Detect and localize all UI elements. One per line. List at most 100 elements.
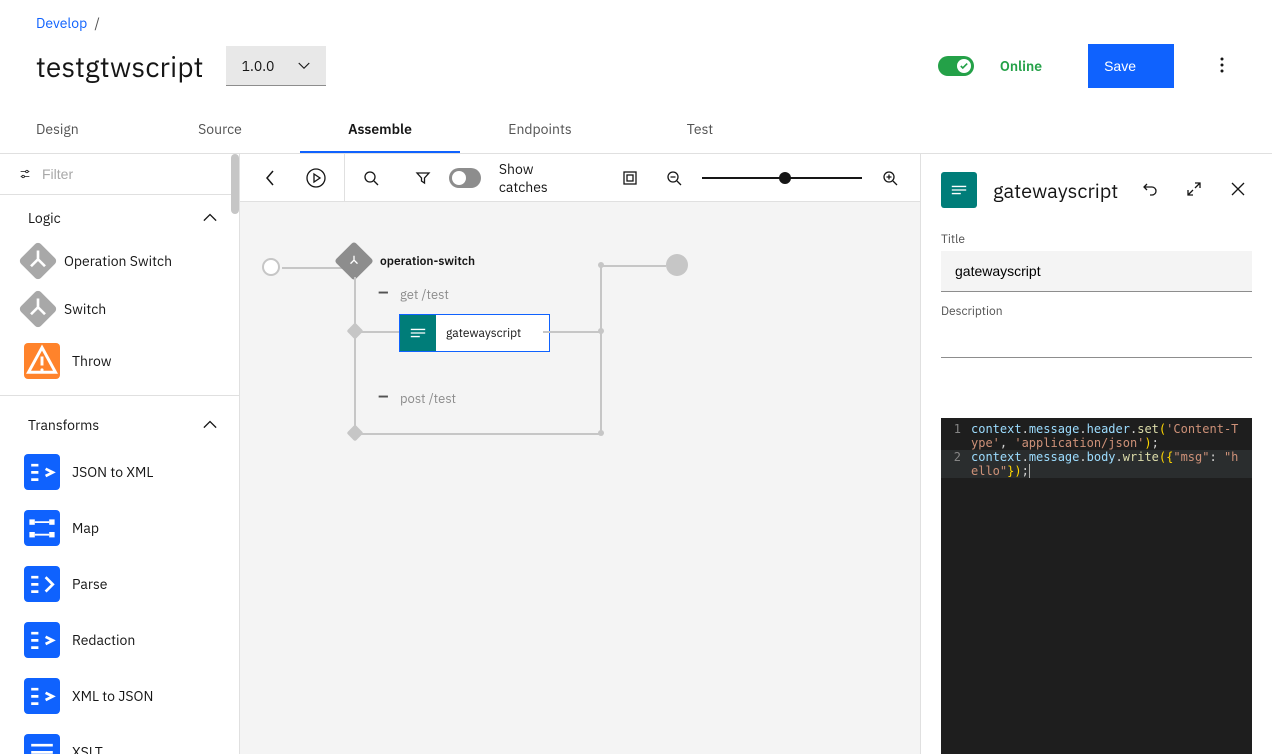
tab-design[interactable]: Design [0, 106, 140, 153]
flow-end-node[interactable] [666, 254, 688, 276]
gatewayscript-node-label: gatewayscript [436, 326, 549, 341]
palette-item-label: Parse [72, 575, 107, 593]
script-icon [409, 326, 427, 340]
settings-adjust-icon [20, 166, 30, 182]
transform-icon [24, 458, 60, 487]
transform-icon [24, 682, 60, 711]
title-bar: testgtwscript 1.0.0 Online Save [0, 36, 1272, 106]
description-input[interactable] [941, 323, 1252, 358]
tab-test[interactable]: Test [620, 106, 780, 153]
parse-icon [24, 570, 60, 599]
checkmark-icon [960, 62, 968, 70]
status-label: Online [1000, 57, 1042, 75]
palette-item-label: JSON to XML [72, 463, 153, 481]
play-icon [306, 168, 326, 188]
chevron-up-icon [203, 420, 217, 430]
property-panel: gatewayscript Title Description 1 contex… [920, 154, 1272, 754]
tab-bar: Design Source Assemble Endpoints Test [0, 106, 1272, 154]
palette-item-xslt[interactable]: XSLT [0, 724, 239, 754]
zoom-track[interactable] [702, 177, 862, 179]
switch-icon [24, 247, 52, 275]
maximize-button[interactable] [1180, 175, 1208, 206]
fit-screen-icon [622, 170, 638, 186]
palette-item-parse[interactable]: Parse [0, 556, 239, 612]
search-button[interactable] [353, 160, 389, 196]
property-panel-header: gatewayscript [921, 154, 1272, 224]
palette-item-label: Map [72, 519, 99, 537]
play-button[interactable] [296, 158, 336, 198]
title-label: Title [941, 232, 1252, 247]
undo-button[interactable] [1136, 175, 1164, 206]
group-transforms-header[interactable]: Transforms [0, 402, 239, 444]
operation-switch-node[interactable] [340, 247, 368, 275]
show-catches-label: Show catches [499, 160, 576, 196]
zoom-out-icon [666, 170, 682, 186]
tab-endpoints[interactable]: Endpoints [460, 106, 620, 153]
palette-item-map[interactable]: Map [0, 500, 239, 556]
zoom-out-button[interactable] [656, 160, 692, 196]
zoom-slider [656, 160, 908, 196]
title-field: Title [921, 224, 1272, 296]
breadcrumb: Develop / [0, 0, 1272, 36]
flow-start-node[interactable] [262, 258, 280, 276]
policy-palette: Logic Operation Switch Switch Throw Tran… [0, 154, 240, 754]
switch-icon [24, 295, 52, 323]
map-icon [24, 514, 60, 543]
palette-item-xml-to-json[interactable]: XML to JSON [0, 668, 239, 724]
palette-item-label: Operation Switch [64, 252, 172, 270]
operation-switch-label: operation-switch [380, 254, 475, 269]
kebab-icon [1220, 57, 1224, 73]
overflow-menu-button[interactable] [1208, 45, 1236, 88]
status-toggle[interactable] [938, 56, 974, 76]
group-logic-header[interactable]: Logic [0, 195, 239, 237]
palette-item-redaction[interactable]: Redaction [0, 612, 239, 668]
filter-input[interactable] [42, 166, 223, 182]
page-title: testgtwscript [36, 48, 204, 85]
palette-item-operation-switch[interactable]: Operation Switch [0, 237, 239, 285]
fit-button[interactable] [612, 160, 648, 196]
undo-icon [1142, 181, 1158, 197]
tab-source[interactable]: Source [140, 106, 300, 153]
chevron-up-icon [203, 213, 217, 223]
title-input[interactable] [941, 251, 1252, 292]
palette-item-throw[interactable]: Throw [0, 333, 239, 389]
back-button[interactable] [252, 160, 288, 196]
canvas-toolbar: Show catches [240, 154, 920, 202]
case-1-label: get /test [400, 286, 449, 303]
zoom-thumb[interactable] [779, 172, 791, 184]
filter-button[interactable] [405, 160, 441, 196]
palette-item-label: XSLT [72, 743, 103, 754]
chevron-left-icon [262, 170, 278, 186]
search-icon [363, 170, 379, 186]
filter-row [0, 154, 239, 195]
zoom-in-button[interactable] [872, 160, 908, 196]
group-logic-label: Logic [28, 209, 61, 227]
palette-item-label: Redaction [72, 631, 135, 649]
show-catches-toggle[interactable] [449, 168, 481, 188]
version-select[interactable]: 1.0.0 [226, 46, 326, 86]
palette-item-json-to-xml[interactable]: JSON to XML [0, 444, 239, 500]
xslt-icon [24, 738, 60, 754]
description-field: Description [921, 296, 1272, 362]
palette-item-label: Throw [72, 352, 112, 370]
canvas-area: Show catches operation-switch – [240, 154, 920, 754]
tab-assemble[interactable]: Assemble [300, 106, 460, 153]
close-button[interactable] [1224, 175, 1252, 206]
zoom-in-icon [882, 170, 898, 186]
chevron-down-icon [298, 62, 310, 70]
description-label: Description [941, 304, 1252, 319]
code-editor[interactable]: 1 context.message.header.set('Content-Ty… [941, 418, 1252, 754]
warning-icon [24, 343, 60, 379]
filter-icon [415, 170, 431, 186]
redaction-icon [24, 626, 60, 655]
gatewayscript-node[interactable]: gatewayscript [400, 315, 549, 351]
group-transforms-label: Transforms [28, 416, 99, 434]
version-value: 1.0.0 [242, 57, 275, 75]
switch-icon [347, 254, 361, 268]
assembly-canvas[interactable]: operation-switch – get /test – post /tes… [240, 202, 920, 754]
breadcrumb-develop[interactable]: Develop [36, 14, 87, 32]
save-button[interactable]: Save [1088, 44, 1174, 88]
property-panel-title: gatewayscript [993, 177, 1120, 204]
palette-item-switch[interactable]: Switch [0, 285, 239, 333]
palette-item-label: XML to JSON [72, 687, 153, 705]
